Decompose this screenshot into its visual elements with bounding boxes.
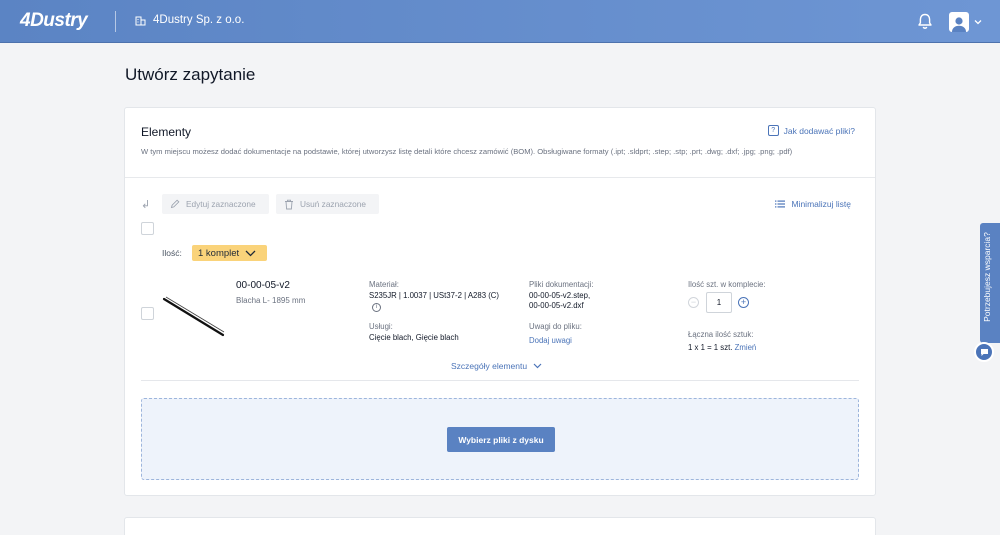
chat-bubble-icon bbox=[980, 348, 988, 356]
delete-selected-label: Usuń zaznaczone bbox=[300, 199, 366, 209]
minimize-list-label: Minimalizuj listę bbox=[791, 199, 851, 209]
quantity-increment-button[interactable]: + bbox=[738, 297, 749, 308]
select-all-checkbox[interactable] bbox=[141, 222, 154, 235]
total-value: 1 szt. bbox=[713, 343, 733, 352]
total-formula: 1 x 1 = bbox=[688, 343, 714, 352]
company-selector[interactable]: 4Dustry Sp. z o.o. bbox=[135, 14, 244, 26]
chevron-down-icon bbox=[974, 20, 982, 25]
element-row-checkbox[interactable] bbox=[141, 307, 154, 320]
change-qty-link[interactable]: Zmień bbox=[735, 343, 757, 352]
part-name: 00-00-05-v2 bbox=[236, 280, 290, 291]
element-details-toggle[interactable]: Szczegóły elementu bbox=[451, 361, 542, 371]
top-bar: 4Dustry 4Dustry Sp. z o.o. bbox=[0, 0, 1000, 43]
services-label: Usługi: bbox=[369, 322, 393, 331]
elements-description: W tym miejscu możesz dodać dokumentacje … bbox=[141, 147, 793, 156]
total-qty: 1 x 1 = 1 szt. Zmień bbox=[688, 343, 756, 353]
header-divider bbox=[115, 11, 116, 32]
choose-files-button[interactable]: Wybierz pliki z dysku bbox=[447, 427, 555, 452]
elements-toolbar: ↲ Edytuj zaznaczone Usuń zaznaczone Mini… bbox=[141, 194, 861, 214]
total-qty-label: Łączna ilość sztuk: bbox=[688, 330, 754, 339]
elements-card: Elementy ? Jak dodawać pliki? W tym miej… bbox=[124, 107, 876, 496]
files-label: Pliki dokumentacji: bbox=[529, 280, 594, 289]
elements-header: Elementy ? Jak dodawać pliki? W tym miej… bbox=[125, 108, 875, 178]
quantity-decrement-button[interactable]: − bbox=[688, 297, 699, 308]
trash-icon bbox=[285, 199, 293, 209]
edit-selected-button[interactable]: Edytuj zaznaczone bbox=[162, 194, 269, 214]
support-tab[interactable]: Potrzebujesz wsparcia? bbox=[980, 223, 1000, 343]
building-icon bbox=[135, 16, 146, 25]
edit-selected-label: Edytuj zaznaczone bbox=[186, 199, 256, 209]
avatar bbox=[949, 12, 969, 32]
info-icon[interactable]: i bbox=[372, 303, 381, 312]
user-menu[interactable] bbox=[949, 12, 982, 32]
quantity-dropdown[interactable]: 1 komplet bbox=[192, 245, 267, 261]
notes-label: Uwagi do pliku: bbox=[529, 322, 582, 331]
element-details-label: Szczegóły elementu bbox=[451, 361, 528, 371]
quantity-value: 1 komplet bbox=[198, 247, 240, 259]
chat-icon[interactable] bbox=[974, 342, 994, 362]
chevron-down-icon bbox=[533, 363, 542, 369]
user-icon bbox=[952, 17, 966, 32]
list-icon bbox=[775, 200, 786, 208]
services-value: Cięcie blach, Gięcie blach bbox=[369, 333, 459, 342]
support-label: Potrzebujesz wsparcia? bbox=[982, 232, 992, 322]
pencil-icon bbox=[170, 199, 180, 209]
file-item: 00-00-05-v2.step, bbox=[529, 291, 591, 300]
material-value: S235JR | 1.0037 | USt37-2 | A283 (C) bbox=[369, 291, 500, 300]
material-label: Materiał: bbox=[369, 280, 399, 289]
file-dropzone[interactable]: Wybierz pliki z dysku bbox=[141, 398, 859, 480]
company-name: 4Dustry Sp. z o.o. bbox=[153, 14, 245, 26]
chevron-down-icon bbox=[245, 250, 256, 256]
elements-title: Elementy bbox=[141, 125, 192, 139]
help-link[interactable]: ? Jak dodawać pliki? bbox=[767, 125, 855, 136]
return-arrow-icon[interactable]: ↲ bbox=[141, 198, 150, 211]
minimize-list-link[interactable]: Minimalizuj listę bbox=[775, 199, 851, 209]
help-link-label: Jak dodawać pliki? bbox=[783, 125, 855, 136]
qty-per-set-label: Ilość szt. w komplecie: bbox=[688, 280, 766, 289]
page-title: Utwórz zapytanie bbox=[125, 65, 256, 84]
quantity-label: Ilość: bbox=[162, 248, 182, 258]
bell-icon[interactable] bbox=[917, 13, 933, 30]
app-logo[interactable]: 4Dustry bbox=[20, 10, 88, 32]
part-dimensions: Blacha L- 1895 mm bbox=[236, 296, 306, 305]
file-item: 00-00-05-v2.dxf bbox=[529, 301, 584, 310]
part-thumbnail[interactable] bbox=[161, 291, 229, 341]
add-notes-link[interactable]: Dodaj uwagi bbox=[529, 336, 572, 345]
next-section-card bbox=[124, 517, 876, 535]
delete-selected-button[interactable]: Usuń zaznaczone bbox=[276, 194, 379, 214]
quantity-stepper[interactable]: 1 bbox=[706, 292, 732, 313]
question-icon: ? bbox=[767, 125, 779, 136]
divider bbox=[141, 380, 859, 381]
